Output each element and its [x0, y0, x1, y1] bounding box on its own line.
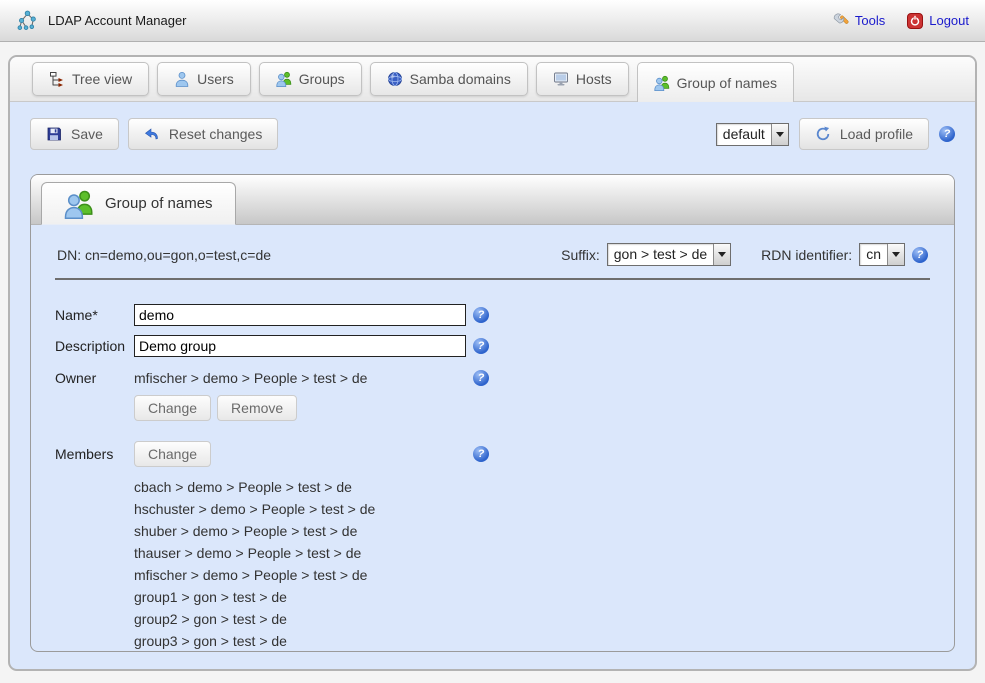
tab-tree-view[interactable]: Tree view: [32, 62, 149, 96]
profile-select[interactable]: default: [716, 123, 789, 146]
tab-label: Users: [197, 71, 234, 87]
chevron-down-icon: [713, 244, 730, 265]
save-button[interactable]: Save: [30, 118, 119, 150]
group-form: Name* ? Description ? Owner mfischer > d…: [55, 304, 930, 652]
reset-changes-label: Reset changes: [169, 126, 262, 142]
description-field-wrap: [134, 335, 466, 357]
chevron-down-icon: [771, 124, 788, 145]
members-field-wrap: Change: [134, 441, 466, 467]
toolbar-right: default Load profile ?: [716, 118, 955, 150]
name-label: Name*: [55, 307, 134, 323]
profile-select-value: default: [717, 124, 771, 145]
app-brand: LDAP Account Manager: [16, 9, 187, 32]
member-item: mfischer > demo > People > test > de: [134, 564, 930, 586]
logout-label: Logout: [929, 13, 969, 28]
member-list: cbach > demo > People > test > de hschus…: [55, 476, 930, 652]
member-item: thauser > demo > People > test > de: [134, 542, 930, 564]
tab-group-of-names[interactable]: Group of names: [637, 62, 794, 102]
member-item: group3 > gon > test > de: [134, 630, 930, 652]
tab-label: Samba domains: [410, 71, 511, 87]
members-label: Members: [55, 446, 134, 462]
host-monitor-icon: [553, 71, 569, 87]
group-icon: [64, 189, 94, 219]
logout-link[interactable]: Logout: [907, 13, 969, 29]
help-icon[interactable]: ?: [473, 446, 489, 462]
rdn-identifier-label: RDN identifier:: [761, 247, 852, 263]
owner-buttons: Change Remove: [55, 395, 930, 421]
save-floppy-icon: [46, 126, 62, 142]
chevron-down-icon: [887, 244, 904, 265]
owner-row: Owner mfischer > demo > People > test > …: [55, 370, 930, 386]
help-icon[interactable]: ?: [473, 338, 489, 354]
load-profile-button[interactable]: Load profile: [799, 118, 929, 150]
reset-changes-button[interactable]: Reset changes: [128, 118, 278, 150]
member-item: group2 > gon > test > de: [134, 608, 930, 630]
main-container: Tree view Users Groups: [8, 55, 977, 671]
suffix-select-value: gon > test > de: [608, 244, 713, 265]
tools-link[interactable]: Tools: [833, 13, 885, 29]
group-of-names-panel: Group of names DN: cn=demo,ou=gon,o=test…: [30, 174, 955, 652]
tools-label: Tools: [855, 13, 885, 28]
tab-label: Hosts: [576, 71, 612, 87]
group-icon: [654, 75, 670, 91]
lam-tree-logo-icon: [16, 9, 39, 32]
member-item: hschuster > demo > People > test > de: [134, 498, 930, 520]
dn-text: DN: cn=demo,ou=gon,o=test,c=de: [57, 247, 271, 263]
owner-remove-button[interactable]: Remove: [217, 395, 297, 421]
toolbar: Save Reset changes default Load profile …: [10, 102, 975, 150]
tree-view-icon: [49, 71, 65, 87]
members-change-button[interactable]: Change: [134, 441, 211, 467]
tab-hosts[interactable]: Hosts: [536, 62, 629, 96]
refresh-icon: [815, 126, 831, 142]
undo-arrow-icon: [144, 126, 160, 142]
save-label: Save: [71, 126, 103, 142]
app-title: LDAP Account Manager: [48, 13, 187, 28]
name-field-wrap: [134, 304, 466, 326]
member-item: group1 > gon > test > de: [134, 586, 930, 608]
description-input[interactable]: [134, 335, 466, 357]
logout-power-icon: [907, 13, 923, 29]
name-input[interactable]: [134, 304, 466, 326]
help-icon[interactable]: ?: [473, 307, 489, 323]
owner-change-button[interactable]: Change: [134, 395, 211, 421]
nav-tabbar: Tree view Users Groups: [10, 57, 975, 102]
tab-samba-domains[interactable]: Samba domains: [370, 62, 528, 96]
name-row: Name* ?: [55, 304, 930, 326]
help-icon[interactable]: ?: [912, 247, 928, 263]
owner-label: Owner: [55, 370, 134, 386]
tab-label: Groups: [299, 71, 345, 87]
wrench-icon: [833, 13, 849, 29]
tab-label: Group of names: [677, 75, 777, 91]
panel-content: DN: cn=demo,ou=gon,o=test,c=de Suffix: g…: [31, 225, 954, 652]
suffix-select[interactable]: gon > test > de: [607, 243, 731, 266]
suffix-label: Suffix:: [561, 247, 600, 263]
member-item: shuber > demo > People > test > de: [134, 520, 930, 542]
panel-header: Group of names: [31, 175, 954, 225]
load-profile-label: Load profile: [840, 126, 913, 142]
panel-tab-group-of-names[interactable]: Group of names: [41, 182, 236, 225]
dn-row: DN: cn=demo,ou=gon,o=test,c=de Suffix: g…: [55, 235, 930, 280]
header-links: Tools Logout: [833, 13, 969, 29]
members-row: Members Change ?: [55, 441, 930, 467]
group-icon: [276, 71, 292, 87]
owner-value: mfischer > demo > People > test > de: [134, 370, 466, 386]
tab-groups[interactable]: Groups: [259, 62, 362, 96]
member-item: cbach > demo > People > test > de: [134, 476, 930, 498]
help-icon[interactable]: ?: [939, 126, 955, 142]
description-row: Description ?: [55, 335, 930, 357]
description-label: Description: [55, 338, 134, 354]
dn-row-right: Suffix: gon > test > de RDN identifier: …: [561, 243, 928, 266]
help-icon[interactable]: ?: [473, 370, 489, 386]
rdn-select[interactable]: cn: [859, 243, 905, 266]
globe-icon: [387, 71, 403, 87]
panel-tab-label: Group of names: [105, 195, 213, 212]
app-header: LDAP Account Manager Tools Logout: [0, 0, 985, 42]
tab-users[interactable]: Users: [157, 62, 251, 96]
rdn-select-value: cn: [860, 244, 887, 265]
tab-label: Tree view: [72, 71, 132, 87]
user-icon: [174, 71, 190, 87]
